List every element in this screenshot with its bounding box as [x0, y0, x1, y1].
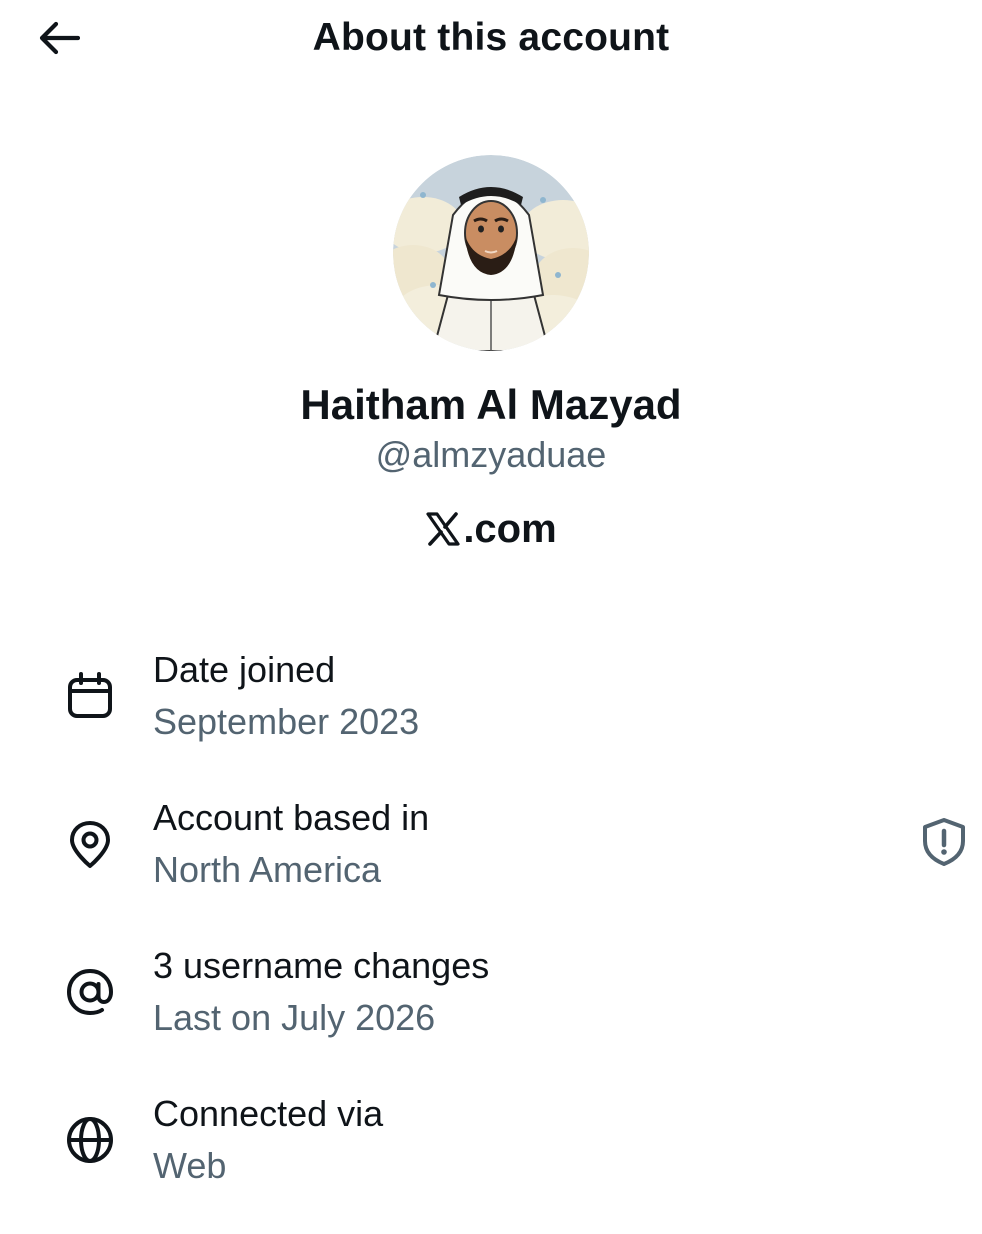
info-value: Last on July 2026 [153, 997, 436, 1038]
info-row-date-joined: Date joined September 2023 [0, 642, 982, 790]
at-sign-icon [66, 968, 114, 1016]
page-title: About this account [312, 16, 670, 59]
info-value: Web [153, 1145, 227, 1186]
handle: @almzyaduae [375, 434, 607, 475]
info-value: North America [153, 849, 382, 890]
info-label: Account based in [153, 797, 430, 838]
shield-alert-icon [923, 818, 965, 866]
site-domain: .com [463, 507, 557, 551]
account-info-list: Date joined September 2023 Account based… [0, 642, 982, 1234]
location-info-button[interactable] [916, 814, 972, 870]
info-label: Date joined [153, 649, 336, 690]
profile-section: Haitham Al Mazyad @almzyaduae .com [0, 155, 982, 553]
info-row-username-changes: 3 username changes Last on July 2026 [0, 938, 982, 1086]
globe-icon [67, 1117, 113, 1163]
info-row-connected-via: Connected via Web [0, 1086, 982, 1234]
x-logo-icon [426, 512, 460, 546]
info-value: September 2023 [153, 701, 420, 742]
header: About this account [0, 0, 982, 80]
connected-site: .com [0, 505, 982, 553]
avatar[interactable] [393, 155, 589, 351]
display-name: Haitham Al Mazyad [300, 381, 682, 428]
location-pin-icon [70, 821, 110, 868]
info-row-account-based-in: Account based in North America [0, 790, 982, 938]
info-label: Connected via [153, 1093, 384, 1134]
calendar-icon [68, 672, 112, 718]
info-label: 3 username changes [153, 945, 490, 986]
